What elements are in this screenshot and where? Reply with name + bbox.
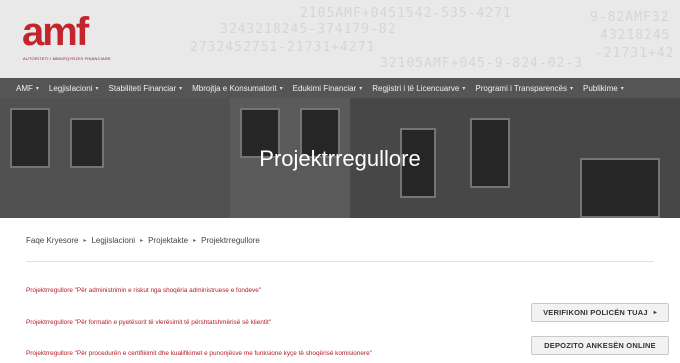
- main-navigation: AMF ▾ Legjislacioni ▾ Stabiliteti Financia…: [0, 78, 680, 98]
- chevron-down-icon: ▾: [359, 85, 363, 92]
- breadcrumb-current: Projektrregullore: [201, 236, 260, 245]
- nav-item-legjislacioni[interactable]: Legjislacioni ▾: [49, 84, 99, 93]
- nav-item-label: Stabiliteti Financiar: [108, 83, 177, 93]
- chevron-right-icon: ▸: [83, 238, 87, 244]
- nav-item-label: AMF: [16, 83, 33, 93]
- chevron-down-icon: ▾: [620, 85, 624, 92]
- breadcrumb-home[interactable]: Faqe Kryesore: [26, 236, 78, 245]
- nav-item-label: Programi i Transparencës: [475, 83, 567, 93]
- nav-item-mbrojtja[interactable]: Mbrojtja e Konsumatorit ▾: [192, 84, 283, 93]
- breadcrumb-projektakte[interactable]: Projektakte: [148, 236, 188, 245]
- nav-item-label: Publikime: [583, 83, 618, 93]
- hero-banner: Projektrregullore: [0, 98, 680, 218]
- document-link[interactable]: Projektrregullore "Për administrimin e r…: [26, 287, 261, 294]
- nav-item-programi[interactable]: Programi i Transparencës ▾: [475, 84, 573, 93]
- pattern-text: 2105AMF+0451542-535-4271: [300, 6, 512, 21]
- pattern-text: 2732452751-21731+4271: [190, 40, 376, 55]
- site-header: 2105AMF+0451542-535-4271 3243218245-3741…: [0, 0, 680, 78]
- document-link[interactable]: Projektrregullore "Për formatin e pyetës…: [26, 319, 271, 326]
- page-title: Projektrregullore: [259, 146, 421, 171]
- document-link[interactable]: Projektrregullore "Për procedurën e cert…: [26, 350, 372, 357]
- file-complaint-button[interactable]: DEPOZITO ANKESËN ONLINE: [531, 336, 669, 355]
- chevron-down-icon: ▾: [35, 85, 39, 92]
- amf-logo[interactable]: amf AUTORITETI I MBIKËQYRJES FINANCIARE: [22, 12, 114, 66]
- divider: [26, 261, 654, 262]
- nav-item-label: Regjistri i të Licencuarve: [372, 83, 460, 93]
- nav-item-regjistri[interactable]: Regjistri i të Licencuarve ▾: [372, 84, 465, 93]
- nav-item-edukimi[interactable]: Edukimi Financiar ▾: [293, 84, 363, 93]
- breadcrumb-legjislacioni[interactable]: Legjislacioni: [91, 236, 135, 245]
- chevron-right-icon: ▸: [140, 238, 144, 244]
- nav-item-amf[interactable]: AMF ▾: [16, 84, 39, 93]
- logo-tagline: AUTORITETI I MBIKËQYRJES FINANCIARE: [23, 56, 111, 61]
- nav-item-label: Edukimi Financiar: [292, 83, 357, 93]
- pattern-text: 9-82AMF32: [590, 10, 670, 25]
- chevron-right-icon: ▸: [653, 310, 657, 316]
- verify-policy-button[interactable]: VERIFIKONI POLICËN TUAJ ▸: [531, 303, 669, 322]
- chevron-down-icon: ▾: [179, 85, 183, 92]
- chevron-down-icon: ▾: [569, 85, 573, 92]
- logo-mark: amf: [22, 10, 89, 54]
- verify-policy-label: VERIFIKONI POLICËN TUAJ: [543, 308, 648, 317]
- file-complaint-label: DEPOZITO ANKESËN ONLINE: [544, 341, 656, 350]
- nav-item-label: Legjislacioni: [48, 83, 93, 93]
- pattern-text: 43218245: [600, 28, 671, 43]
- chevron-down-icon: ▾: [462, 85, 466, 92]
- pattern-text: 32105AMF+045-9-824-02-3: [380, 56, 584, 71]
- pattern-text: -21731+42: [595, 46, 675, 61]
- nav-item-stabiliteti[interactable]: Stabiliteti Financiar ▾: [109, 84, 183, 93]
- breadcrumb: Faqe Kryesore ▸ Legjislacioni ▸ Projekta…: [26, 236, 260, 245]
- chevron-right-icon: ▸: [193, 238, 197, 244]
- nav-item-label: Mbrojtja e Konsumatorit: [192, 83, 277, 93]
- chevron-down-icon: ▾: [279, 85, 283, 92]
- nav-item-publikime[interactable]: Publikime ▾: [583, 84, 624, 93]
- chevron-down-icon: ▾: [95, 85, 99, 92]
- header-background-pattern: 2105AMF+0451542-535-4271 3243218245-3741…: [180, 0, 680, 78]
- pattern-text: 3243218245-374179-82: [220, 22, 397, 37]
